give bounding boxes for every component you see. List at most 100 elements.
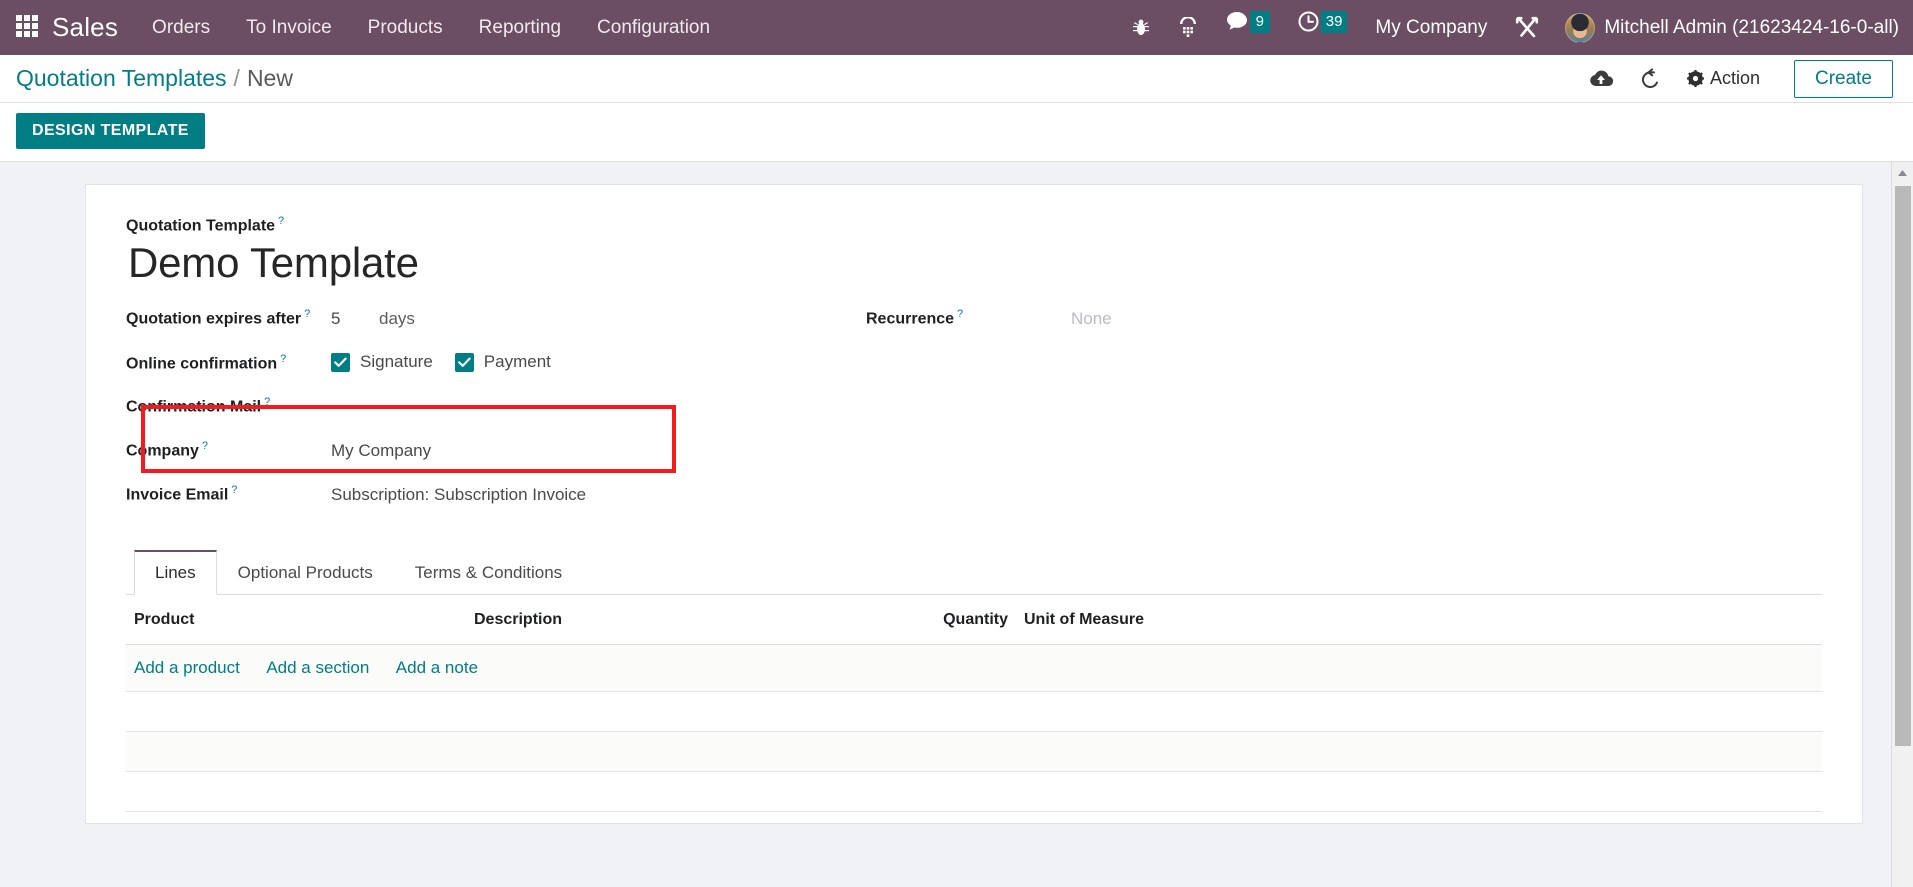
page-body: Quotation Template? Demo Template Quotat… [0, 162, 1913, 887]
control-panel: Quotation Templates / New Action Create [0, 55, 1913, 103]
form-left-column: Quotation expires after? 5 days Online c… [126, 308, 826, 528]
undo-icon [1639, 67, 1661, 90]
action-button[interactable]: Action [1686, 68, 1760, 89]
chat-bubble-icon [1226, 11, 1248, 31]
page-title[interactable]: Demo Template [128, 239, 1822, 286]
design-template-button[interactable]: DESIGN TEMPLATE [16, 113, 205, 149]
label-invoice-email: Invoice Email? [126, 484, 331, 504]
help-icon-online-confirmation[interactable]: ? [280, 353, 286, 365]
help-icon-expires[interactable]: ? [304, 308, 310, 320]
vertical-scrollbar[interactable] [1891, 162, 1913, 887]
label-confirmation-mail: Confirmation Mail? [126, 396, 331, 416]
help-icon-quotation-template[interactable]: ? [278, 215, 284, 227]
cloud-upload-icon [1589, 69, 1613, 89]
user-menu[interactable]: Mitchell Admin (21623424-16-0-all) [1565, 12, 1899, 43]
help-icon-invoice-email[interactable]: ? [231, 484, 237, 496]
breadcrumb-separator: / [233, 65, 240, 91]
add-a-product-link[interactable]: Add a product [134, 658, 240, 677]
recurrence-input[interactable]: None [1071, 309, 1112, 329]
field-row-online-confirmation: Online confirmation? Signature Payment [126, 352, 826, 388]
menu-orders[interactable]: Orders [152, 17, 210, 39]
value-quotation-expires-after: 5 days [331, 309, 415, 329]
help-icon-company[interactable]: ? [202, 440, 208, 452]
bug-icon[interactable] [1132, 11, 1150, 45]
label-online-confirmation: Online confirmation? [126, 353, 331, 373]
activities-count-badge: 39 [1320, 10, 1348, 33]
field-row-invoice-email: Invoice Email? Subscription: Subscriptio… [126, 484, 826, 520]
column-header-product: Product [126, 595, 466, 646]
user-name-label: Mitchell Admin (21623424-16-0-all) [1604, 16, 1899, 38]
menu-configuration[interactable]: Configuration [597, 17, 710, 39]
top-navbar: Sales Orders To Invoice Products Reporti… [0, 0, 1913, 55]
field-row-quotation-expires-after: Quotation expires after? 5 days [126, 308, 826, 344]
tab-terms-and-conditions[interactable]: Terms & Conditions [394, 550, 583, 595]
company-input[interactable]: My Company [331, 441, 431, 461]
empty-cell [126, 731, 1822, 773]
field-row-confirmation-mail: Confirmation Mail? [126, 396, 826, 432]
label-text-expires: Quotation expires after [126, 310, 302, 328]
discard-button[interactable] [1639, 67, 1661, 90]
menu-to-invoice[interactable]: To Invoice [246, 17, 332, 39]
field-row-recurrence: Recurrence? None [866, 308, 1822, 344]
breadcrumb-current: New [246, 65, 293, 91]
save-button[interactable] [1589, 69, 1613, 89]
add-a-note-link[interactable]: Add a note [396, 658, 478, 677]
payment-checkbox[interactable] [454, 352, 474, 372]
form-subtitle-text: Quotation Template [126, 217, 276, 235]
label-company: Company? [126, 440, 331, 460]
app-brand-sales[interactable]: Sales [52, 12, 118, 43]
caret-up-icon[interactable] [1892, 162, 1913, 184]
value-online-confirmation: Signature Payment [331, 352, 573, 372]
label-text-online-confirmation: Online confirmation [126, 354, 278, 372]
form-right-column: Recurrence? None [826, 308, 1822, 528]
action-button-label: Action [1709, 68, 1760, 88]
expires-days-input[interactable]: 5 [331, 309, 379, 329]
tab-lines[interactable]: Lines [134, 550, 217, 596]
order-lines-body: Add a product Add a section Add a note [126, 644, 1822, 813]
help-icon-confirmation-mail[interactable]: ? [264, 396, 270, 408]
form-columns: Quotation expires after? 5 days Online c… [126, 308, 1822, 528]
label-recurrence: Recurrence? [866, 308, 1071, 328]
scrollbar-thumb[interactable] [1894, 186, 1911, 746]
order-lines-table: Product Description Quantity Unit of Mea… [126, 595, 1822, 813]
activities-menu[interactable]: 39 [1298, 10, 1348, 45]
label-text-confirmation-mail: Confirmation Mail [126, 398, 262, 416]
payment-label: Payment [483, 352, 551, 372]
messages-menu[interactable]: 9 [1226, 10, 1270, 45]
label-text-recurrence: Recurrence [866, 310, 955, 328]
expires-days-unit: days [379, 308, 415, 328]
order-lines-header: Product Description Quantity Unit of Mea… [126, 595, 1822, 646]
table-header-row: Product Description Quantity Unit of Mea… [126, 595, 1822, 646]
statusbar: DESIGN TEMPLATE [0, 103, 1913, 162]
label-quotation-expires-after: Quotation expires after? [126, 308, 331, 328]
apps-grid-icon[interactable] [16, 14, 42, 41]
empty-cell [126, 771, 1822, 813]
menu-reporting[interactable]: Reporting [479, 17, 561, 39]
form-subtitle-label: Quotation Template? [126, 215, 1822, 235]
signature-label: Signature [360, 352, 433, 372]
breadcrumb-root-link[interactable]: Quotation Templates [16, 65, 227, 92]
notebook-tabs: Lines Optional Products Terms & Conditio… [126, 550, 1822, 596]
notebook: Lines Optional Products Terms & Conditio… [126, 550, 1822, 813]
invoice-email-input[interactable]: Subscription: Subscription Invoice [331, 485, 586, 505]
add-a-section-link[interactable]: Add a section [266, 658, 369, 677]
breadcrumb: Quotation Templates / New [16, 65, 293, 92]
column-header-description: Description [466, 595, 896, 646]
table-row [126, 731, 1822, 773]
signature-checkbox[interactable] [331, 352, 350, 372]
dialpad-icon[interactable] [1178, 11, 1198, 45]
gear-icon [1686, 70, 1704, 87]
form-sheet: Quotation Template? Demo Template Quotat… [85, 184, 1863, 824]
empty-cell [126, 691, 1822, 733]
column-header-unit-of-measure: Unit of Measure [1016, 595, 1822, 646]
column-header-quantity: Quantity [896, 595, 1016, 646]
label-text-invoice-email: Invoice Email [126, 486, 229, 504]
create-button[interactable]: Create [1793, 59, 1893, 98]
avatar [1565, 12, 1596, 43]
field-row-company: Company? My Company [126, 440, 826, 476]
tools-icon[interactable] [1515, 11, 1539, 45]
tab-optional-products[interactable]: Optional Products [217, 550, 394, 595]
company-switcher[interactable]: My Company [1375, 17, 1487, 39]
menu-products[interactable]: Products [368, 17, 443, 39]
help-icon-recurrence[interactable]: ? [957, 308, 963, 320]
